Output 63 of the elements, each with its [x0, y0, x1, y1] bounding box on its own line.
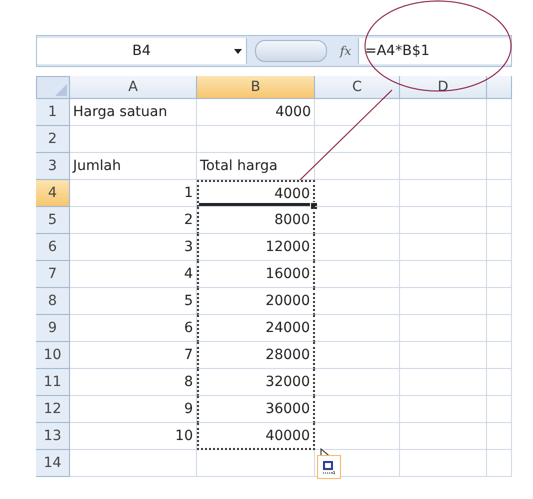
splitter-handle[interactable]: [255, 40, 327, 62]
table-cell: [487, 315, 512, 342]
table-cell: [487, 126, 512, 153]
table-cell: 6: [70, 315, 197, 342]
row-header[interactable]: 10: [36, 342, 70, 369]
row-header[interactable]: 12: [36, 396, 70, 423]
function-button[interactable]: fx: [340, 44, 358, 58]
table-cell: [487, 234, 512, 261]
table-cell: 10: [70, 423, 197, 450]
table-cell: 3: [70, 234, 197, 261]
table-cell: [487, 99, 512, 126]
table-cell: [487, 261, 512, 288]
row-header[interactable]: 2: [36, 126, 70, 153]
table-cell: Harga satuan: [70, 99, 197, 126]
table-cell: 4000: [197, 180, 315, 207]
table-cell: [487, 369, 512, 396]
table-cell: 8: [70, 369, 197, 396]
table-cell: 16000: [197, 261, 315, 288]
row-header[interactable]: 4: [36, 180, 70, 207]
table-cell: 28000: [197, 342, 315, 369]
table-cell: 1: [70, 180, 197, 207]
column-header[interactable]: A: [70, 76, 197, 99]
table-cell: 4000: [197, 99, 315, 126]
table-cell: 40000: [197, 423, 315, 450]
table-cell: [487, 450, 512, 477]
triangle-icon: [55, 84, 67, 96]
clipboard-icon: [321, 459, 337, 475]
table-cell: 2: [70, 207, 197, 234]
table-cell: 12000: [197, 234, 315, 261]
table-cell: [487, 423, 512, 450]
formula-field[interactable]: =A4*B$1: [358, 38, 511, 64]
table-cell: Total harga: [197, 153, 315, 180]
caret-icon[interactable]: [234, 49, 242, 54]
table-cell: 7: [70, 342, 197, 369]
table-cell: [487, 180, 512, 207]
row-header[interactable]: 1: [36, 99, 70, 126]
row-header[interactable]: 5: [36, 207, 70, 234]
row-header[interactable]: 7: [36, 261, 70, 288]
row-header[interactable]: 3: [36, 153, 70, 180]
table-cell: 5: [70, 288, 197, 315]
paste-options-button[interactable]: [317, 455, 341, 479]
table-cell: [487, 342, 512, 369]
table-cell: 24000: [197, 315, 315, 342]
table-cell: 8000: [197, 207, 315, 234]
row-header[interactable]: 8: [36, 288, 70, 315]
row-header[interactable]: 9: [36, 315, 70, 342]
table-cell: 36000: [197, 396, 315, 423]
table-cell: [487, 396, 512, 423]
column-header[interactable]: C: [315, 76, 400, 99]
name-box[interactable]: B4: [37, 38, 247, 64]
column-header[interactable]: B: [197, 76, 315, 99]
row-header[interactable]: 14: [36, 450, 70, 477]
table-cell: Jumlah: [70, 153, 197, 180]
table-cell: [487, 153, 512, 180]
row-header[interactable]: 6: [36, 234, 70, 261]
row-header[interactable]: 13: [36, 423, 70, 450]
table-cell: 32000: [197, 369, 315, 396]
table-cell: 4: [70, 261, 197, 288]
row-header[interactable]: 11: [36, 369, 70, 396]
table-cell: 20000: [197, 288, 315, 315]
table-cell: 9: [70, 396, 197, 423]
table-cell: [487, 288, 512, 315]
table-cell: [487, 207, 512, 234]
